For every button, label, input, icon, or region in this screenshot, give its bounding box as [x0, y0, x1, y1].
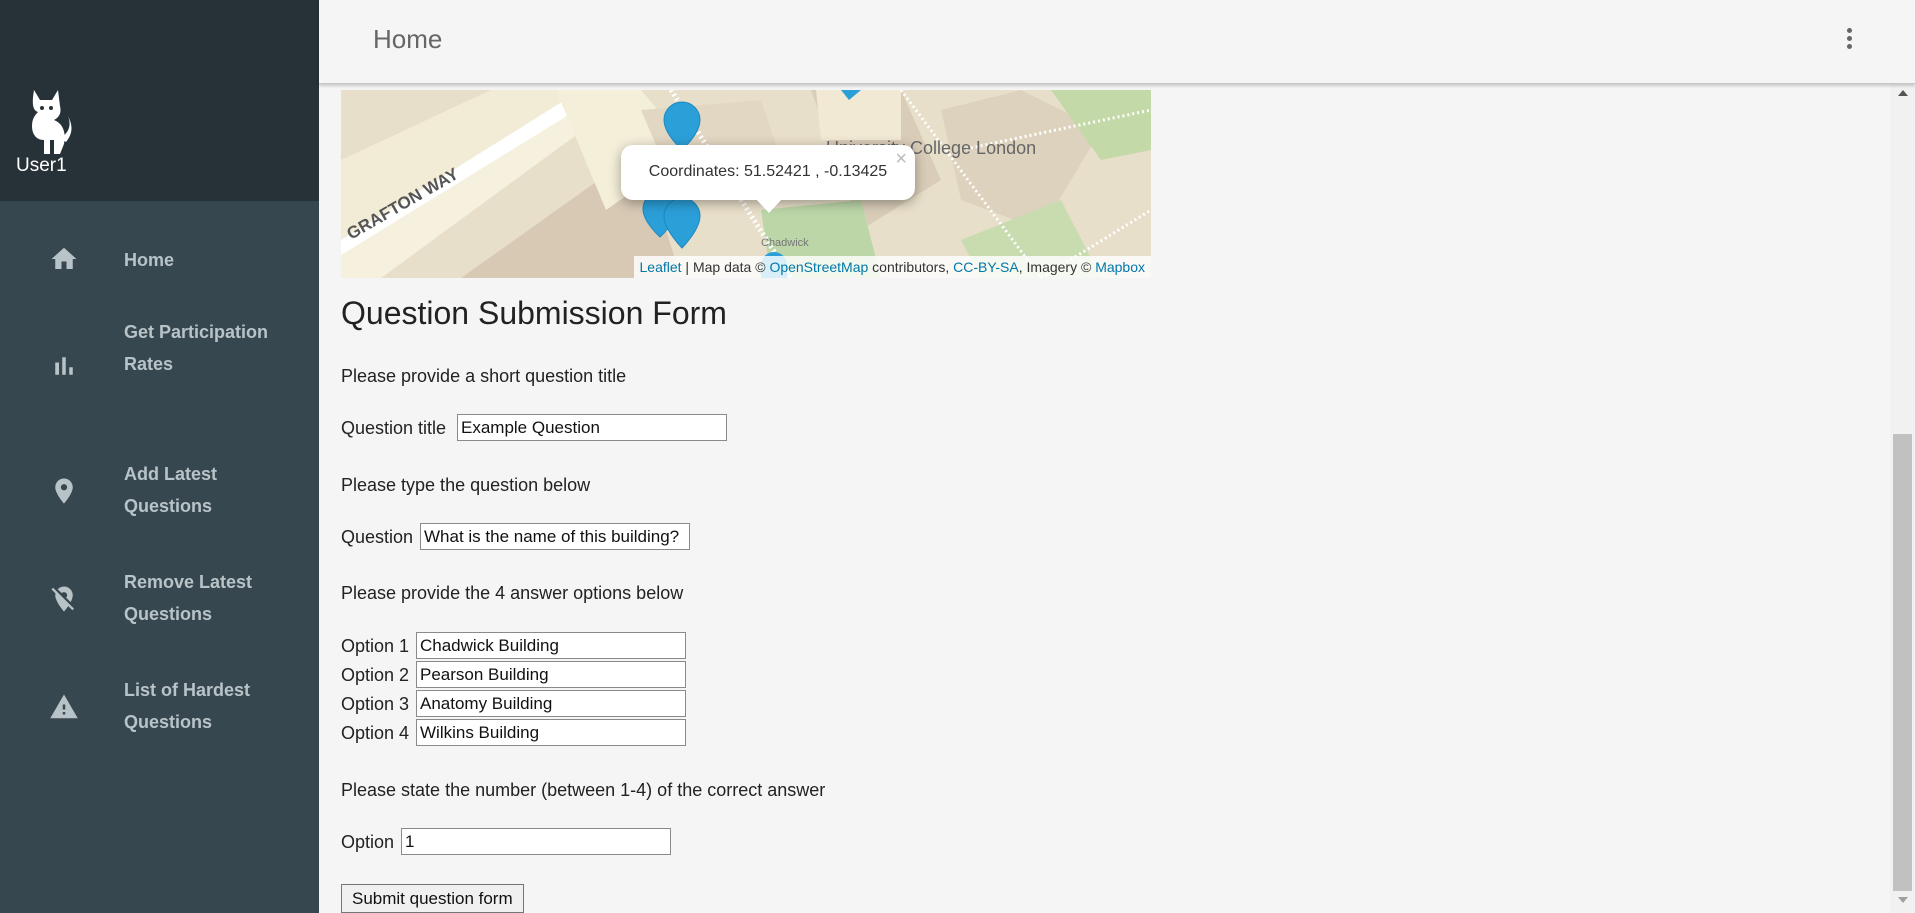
sidebar-item-add-questions[interactable]: Add Latest Questions — [0, 458, 319, 526]
cc-by-sa-link[interactable]: CC-BY-SA — [953, 259, 1019, 275]
user-name: User1 — [16, 155, 67, 176]
sidebar-item-home[interactable]: Home — [0, 234, 319, 286]
sidebar-item-remove-questions[interactable]: Remove Latest Questions — [0, 566, 319, 634]
options-instruction: Please provide the 4 answer options belo… — [341, 583, 684, 603]
sidebar-item-label: Home — [124, 250, 175, 270]
question-title-input[interactable] — [457, 414, 727, 441]
option-2-label: Option 2 — [341, 665, 410, 685]
sidebar-item-hardest-questions[interactable]: List of Hardest Questions — [0, 674, 319, 742]
sidebar-item-label: Get Participation Rates — [124, 322, 269, 374]
correct-option-input[interactable] — [401, 828, 671, 855]
warning-icon — [50, 694, 78, 719]
more-vert-icon[interactable] — [1845, 28, 1853, 52]
scroll-up-arrow-icon[interactable] — [1898, 90, 1908, 96]
scrollbar-thumb[interactable] — [1893, 434, 1912, 891]
option-3-label: Option 3 — [341, 694, 410, 714]
bar-chart-icon — [55, 357, 73, 375]
question-label: Question — [341, 527, 414, 547]
close-icon[interactable]: × — [895, 148, 907, 171]
option-1-input[interactable] — [416, 632, 686, 659]
sidebar: User1 Home Get Participation Rates Add L… — [0, 0, 319, 913]
question-title-label: Question title — [341, 418, 447, 438]
submit-question-button[interactable]: Submit question form — [341, 884, 524, 913]
question-input[interactable] — [420, 523, 690, 550]
attribution-text: | Map data © — [681, 259, 770, 275]
scroll-down-arrow-icon[interactable] — [1898, 897, 1908, 903]
sidebar-item-label: List of Hardest Questions — [124, 680, 251, 732]
sidebar-item-label: Add Latest Questions — [124, 464, 218, 516]
form-heading: Question Submission Form — [341, 295, 727, 331]
page-title: Home — [373, 24, 443, 54]
sidebar-item-participation-rates[interactable]: Get Participation Rates — [0, 316, 319, 416]
openstreetmap-link[interactable]: OpenStreetMap — [769, 259, 868, 275]
attribution-text: , Imagery © — [1018, 259, 1096, 275]
home-icon — [51, 247, 77, 269]
top-app-bar: Home — [319, 0, 1915, 84]
attribution-text: contributors, — [868, 259, 954, 275]
map-popup: Coordinates: 51.52421 , -0.13425 × — [621, 145, 915, 213]
sidebar-header: User1 — [0, 0, 319, 201]
popup-tip — [756, 199, 782, 213]
option-1-label: Option 1 — [341, 636, 410, 656]
popup-coordinates: Coordinates: 51.52421 , -0.13425 — [648, 163, 888, 180]
location-pin-icon — [55, 478, 73, 504]
correct-answer-instruction: Please state the number (between 1-4) of… — [341, 780, 826, 800]
option-4-input[interactable] — [416, 719, 686, 746]
location-off-icon — [51, 586, 74, 612]
cat-icon — [32, 90, 72, 154]
option-3-input[interactable] — [416, 690, 686, 717]
option-2-input[interactable] — [416, 661, 686, 688]
small-map-label: Chadwick — [761, 237, 809, 249]
map[interactable]: GRAFTON WAY University College London Ch… — [341, 90, 1151, 278]
question-instruction: Please type the question below — [341, 475, 591, 495]
mapbox-link[interactable]: Mapbox — [1095, 259, 1145, 275]
title-instruction: Please provide a short question title — [341, 366, 627, 386]
correct-option-label: Option — [341, 832, 395, 852]
main-content: GRAFTON WAY University College London Ch… — [319, 84, 1890, 913]
leaflet-link[interactable]: Leaflet — [640, 259, 682, 275]
option-4-label: Option 4 — [341, 723, 410, 743]
scrollbar[interactable] — [1890, 84, 1915, 913]
map-attribution: Leaflet | Map data © OpenStreetMap contr… — [633, 256, 1151, 278]
sidebar-item-label: Remove Latest Questions — [124, 572, 253, 624]
